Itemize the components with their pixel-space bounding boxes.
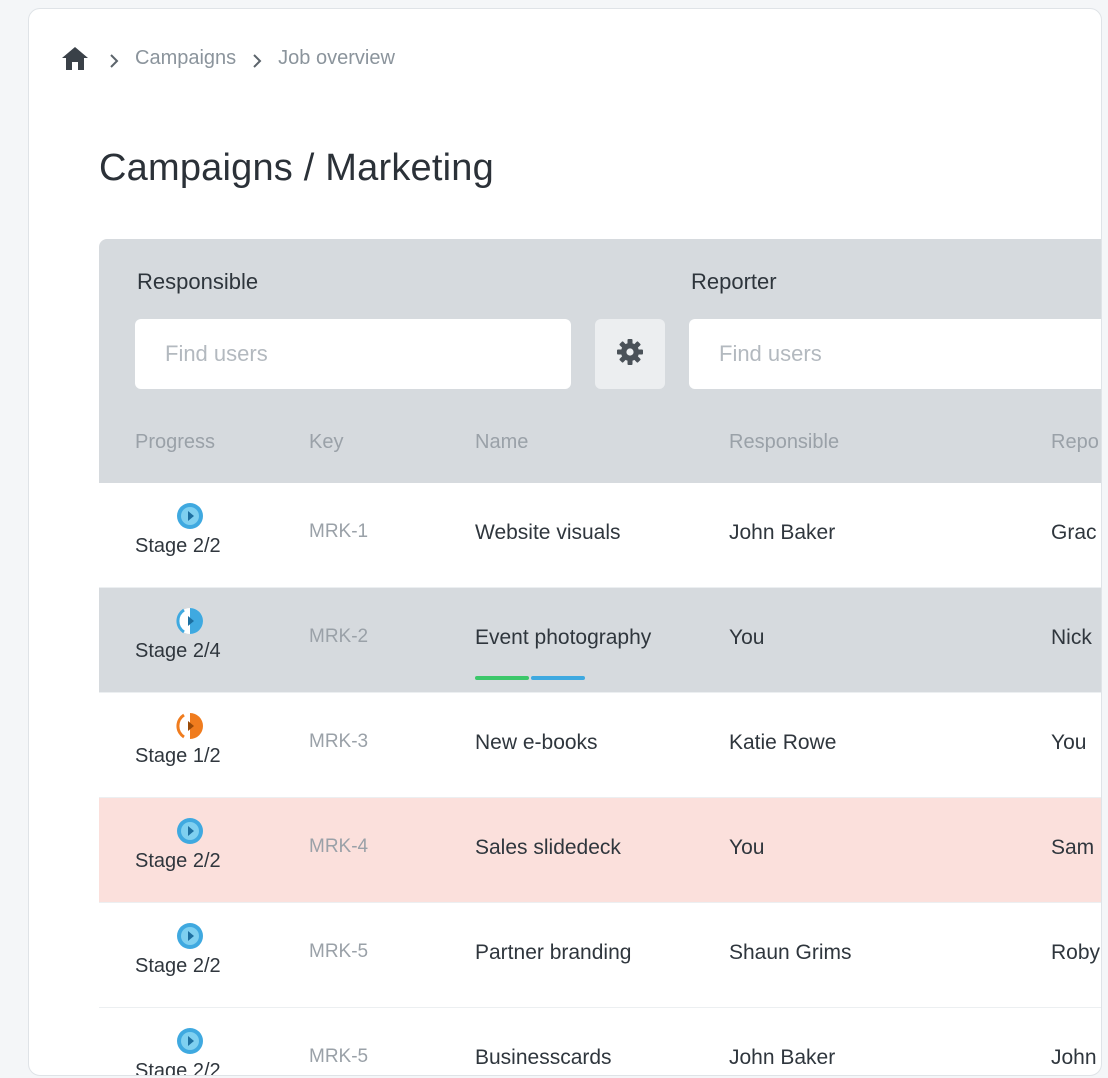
row-reporter: Roby <box>1051 941 1101 964</box>
chevron-right-icon <box>107 51 121 68</box>
reporter-search-input[interactable] <box>689 319 1101 389</box>
row-reporter: Grac <box>1051 521 1097 544</box>
reporter-filter-label: Reporter <box>691 269 777 294</box>
stage-complete-icon <box>175 501 205 531</box>
stage-label: Stage 2/2 <box>135 955 221 977</box>
row-reporter: Nick <box>1051 626 1092 649</box>
progress-segment-blue <box>531 676 585 680</box>
row-reporter: Sam <box>1051 836 1095 859</box>
filter-settings-button[interactable] <box>595 319 665 389</box>
responsible-filter-label: Responsible <box>137 269 259 294</box>
table-row[interactable]: Stage 1/2 MRK-3 New e-books Katie Rowe Y… <box>99 693 1101 798</box>
progress-cell: Stage 2/2 <box>135 501 245 558</box>
table-row[interactable]: Stage 2/2 MRK-4 Sales slidedeck You Sam <box>99 798 1101 903</box>
stage-label: Stage 2/2 <box>135 535 221 557</box>
row-responsible: You <box>729 836 765 859</box>
row-key: MRK-1 <box>309 521 369 542</box>
gear-icon <box>615 337 645 372</box>
job-table-body: Stage 2/2 MRK-1 Website visuals John Bak… <box>99 483 1101 1076</box>
row-responsible: Shaun Grims <box>729 941 852 964</box>
job-overview-card: Campaigns Job overview Campaigns / Marke… <box>28 8 1102 1076</box>
row-key: MRK-2 <box>309 626 369 647</box>
row-name[interactable]: New e-books <box>475 731 598 755</box>
stage-complete-icon <box>175 816 205 846</box>
table-row[interactable]: Stage 2/2 MRK-5 Partner branding Shaun G… <box>99 903 1101 1008</box>
row-key: MRK-4 <box>309 836 369 857</box>
stage-complete-icon <box>175 1026 205 1056</box>
column-header-responsible[interactable]: Responsible <box>729 431 839 454</box>
progress-cell: Stage 2/2 <box>135 1026 245 1076</box>
stage-complete-icon <box>175 921 205 951</box>
chevron-right-icon <box>250 51 264 68</box>
stage-label: Stage 1/2 <box>135 745 221 767</box>
breadcrumb-link-job-overview[interactable]: Job overview <box>278 47 395 70</box>
progress-cell: Stage 1/2 <box>135 711 245 768</box>
stage-partial-orange-icon <box>175 711 205 741</box>
row-reporter: You <box>1051 731 1087 754</box>
home-icon[interactable] <box>61 45 89 71</box>
row-name[interactable]: Website visuals <box>475 521 621 545</box>
stage-label: Stage 2/4 <box>135 640 221 662</box>
table-row[interactable]: Stage 2/4 MRK-2 Event photography You Ni… <box>99 588 1101 693</box>
stage-partial-icon <box>175 606 205 636</box>
row-key: MRK-3 <box>309 731 369 752</box>
column-header-name[interactable]: Name <box>475 431 528 454</box>
table-header: Progress Key Name Responsible Repo <box>99 407 1101 483</box>
row-name[interactable]: Businesscards <box>475 1046 612 1070</box>
page-title: Campaigns / Marketing <box>99 147 494 189</box>
responsible-search-input[interactable] <box>135 319 571 389</box>
column-header-reporter[interactable]: Repo <box>1051 431 1099 454</box>
row-responsible: John Baker <box>729 1046 836 1069</box>
progress-cell: Stage 2/2 <box>135 816 245 873</box>
stage-label: Stage 2/2 <box>135 1060 221 1076</box>
column-header-progress[interactable]: Progress <box>135 431 215 454</box>
row-responsible: You <box>729 626 765 649</box>
breadcrumb: Campaigns Job overview <box>61 43 409 73</box>
table-row[interactable]: Stage 2/2 MRK-5 Businesscards John Baker… <box>99 1008 1101 1076</box>
row-progress-bar <box>475 676 585 680</box>
row-responsible: Katie Rowe <box>729 731 837 754</box>
row-key: MRK-5 <box>309 1046 369 1067</box>
table-row[interactable]: Stage 2/2 MRK-1 Website visuals John Bak… <box>99 483 1101 588</box>
row-name[interactable]: Event photography <box>475 626 651 650</box>
row-name[interactable]: Sales slidedeck <box>475 836 621 860</box>
row-reporter: John <box>1051 1046 1097 1069</box>
stage-label: Stage 2/2 <box>135 850 221 872</box>
column-header-key[interactable]: Key <box>309 431 343 454</box>
progress-segment-green <box>475 676 529 680</box>
row-responsible: John Baker <box>729 521 836 544</box>
progress-cell: Stage 2/4 <box>135 606 245 663</box>
row-key: MRK-5 <box>309 941 369 962</box>
row-name[interactable]: Partner branding <box>475 941 631 965</box>
breadcrumb-link-campaigns[interactable]: Campaigns <box>135 47 236 70</box>
progress-cell: Stage 2/2 <box>135 921 245 978</box>
